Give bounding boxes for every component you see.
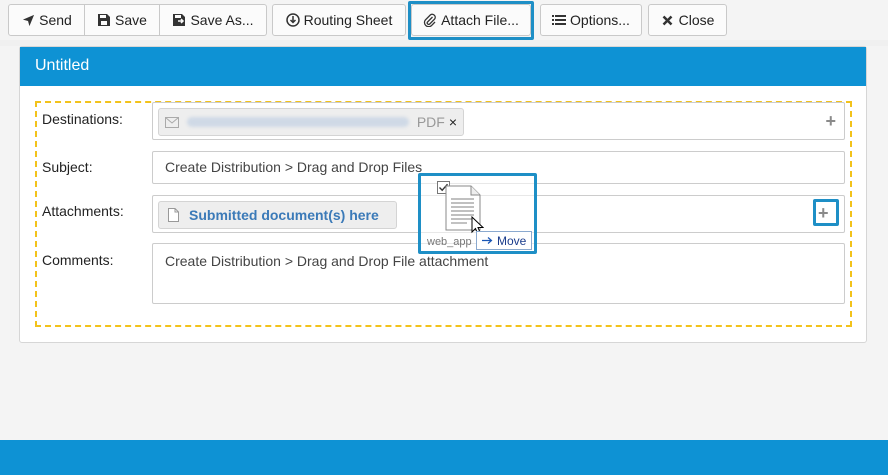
comments-value: Create Distribution > Drag and Drop File…: [165, 253, 489, 269]
save-as-label: Save As...: [190, 12, 254, 28]
footer-bar: [0, 440, 888, 475]
send-icon: [21, 13, 35, 27]
send-label: Send: [39, 12, 72, 28]
close-icon: [661, 13, 675, 27]
send-button[interactable]: Send: [8, 4, 85, 36]
save-button[interactable]: Save: [85, 4, 160, 36]
routing-sheet-label: Routing Sheet: [303, 12, 393, 28]
save-icon: [97, 13, 111, 27]
comments-label: Comments:: [42, 252, 114, 268]
routing-sheet-button[interactable]: Routing Sheet: [272, 4, 406, 36]
attachment-chip: Submitted document(s) here: [158, 201, 397, 229]
subject-label: Subject:: [42, 159, 93, 175]
destinations-field[interactable]: PDF × +: [152, 102, 845, 140]
chip-remove-icon[interactable]: ×: [449, 114, 457, 130]
subject-value: Create Distribution > Drag and Drop File…: [165, 159, 423, 175]
destination-chip[interactable]: PDF ×: [158, 108, 464, 136]
close-label: Close: [678, 12, 715, 28]
destination-email-blurred: [187, 117, 409, 127]
attachment-chip-label: Submitted document(s) here: [189, 207, 379, 223]
drag-file-label: web_app: [427, 236, 472, 248]
drag-overlay: web_app Move: [418, 173, 537, 254]
document-icon: [168, 208, 179, 222]
envelope-icon: [165, 116, 179, 128]
save-label: Save: [115, 12, 147, 28]
download-circle-icon: [285, 13, 300, 27]
attach-file-highlight: [408, 1, 534, 40]
panel-header: Untitled: [20, 47, 866, 86]
arrow-right-icon: [482, 236, 493, 245]
attachments-label: Attachments:: [42, 203, 124, 219]
options-button[interactable]: Options...: [540, 4, 642, 36]
close-button[interactable]: Close: [648, 4, 727, 36]
add-attachment-highlight: [813, 199, 839, 226]
list-icon: [552, 13, 567, 27]
destination-format: PDF: [416, 114, 445, 130]
panel-title: Untitled: [35, 57, 90, 74]
save-as-icon: [172, 13, 186, 27]
add-destination-icon[interactable]: +: [825, 112, 836, 130]
destinations-label: Destinations:: [42, 111, 123, 127]
options-label: Options...: [570, 12, 630, 28]
move-tooltip: Move: [476, 231, 533, 250]
move-label: Move: [497, 233, 527, 248]
save-as-button[interactable]: Save As...: [160, 4, 267, 36]
